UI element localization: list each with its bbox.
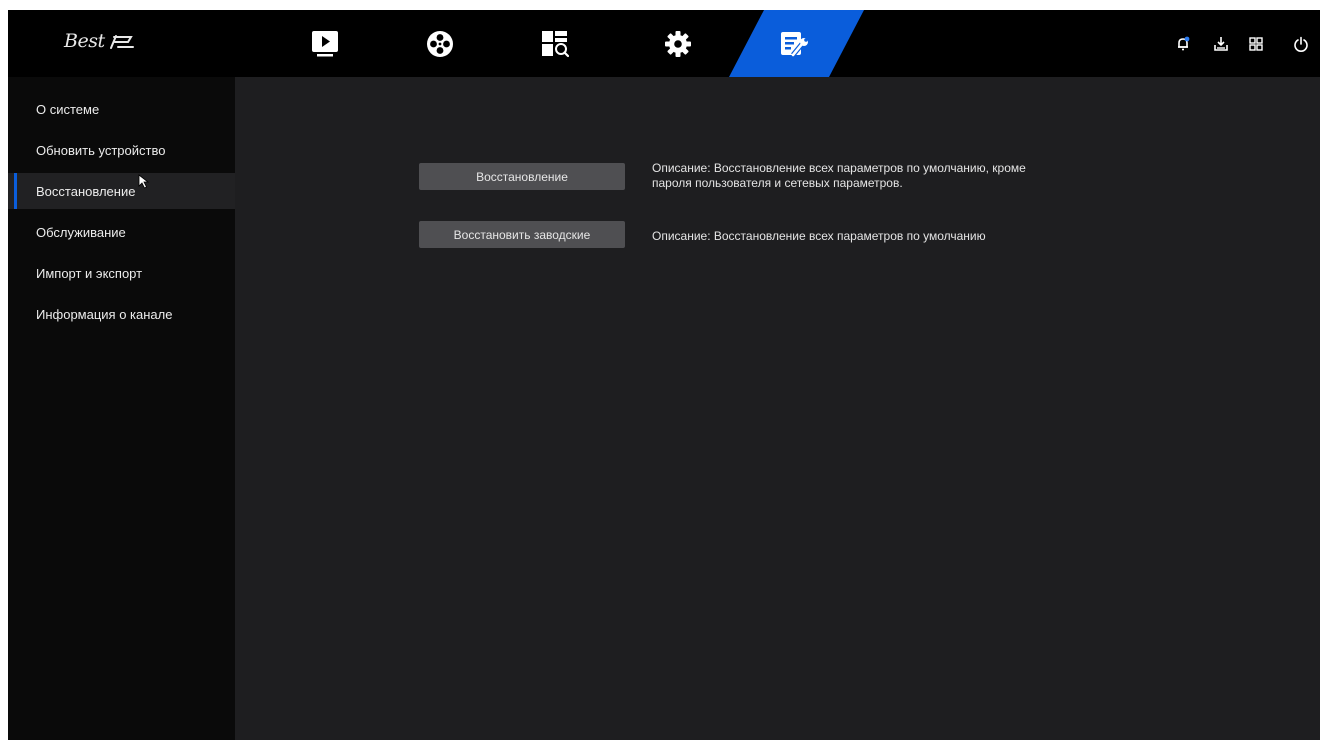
film-reel-icon (427, 30, 453, 57)
top-navigation-bar: Best (8, 10, 1320, 77)
restore-button[interactable]: Восстановление (419, 163, 625, 190)
active-indicator (14, 173, 17, 209)
sidebar-item-channel-info[interactable]: Информация о канале (8, 296, 235, 332)
factory-reset-description: Описание: Восстановление всех параметров… (652, 229, 986, 243)
sidebar-item-label: О системе (36, 102, 100, 117)
sidebar-item-label: Обслуживание (36, 225, 126, 240)
sidebar-item-restore[interactable]: Восстановление (8, 173, 235, 209)
tab-maintenance[interactable] (765, 10, 825, 77)
sidebar-item-import-export[interactable]: Импорт и экспорт (8, 255, 235, 291)
restore-description-line1: Описание: Восстановление всех параметров… (652, 161, 1026, 175)
sidebar-item-upgrade[interactable]: Обновить устройство (8, 132, 235, 168)
sidebar-menu: О системе Обновить устройство Восстановл… (8, 77, 235, 740)
logo-mark-icon (110, 35, 134, 49)
gear-icon (665, 30, 691, 57)
logo-text: Best (64, 30, 105, 52)
sidebar-item-label: Восстановление (36, 184, 136, 199)
search-playback-icon (542, 30, 569, 57)
brand-logo: Best (64, 28, 136, 58)
restore-description: Описание: Восстановление всех параметров… (652, 161, 1026, 191)
play-icon (312, 30, 338, 56)
sidebar-item-label: Информация о канале (36, 307, 173, 322)
notification-icon (1178, 36, 1190, 51)
sidebar-item-system-info[interactable]: О системе (8, 91, 235, 127)
download-icon (1214, 37, 1228, 51)
tab-live-view[interactable] (295, 10, 355, 77)
sidebar-item-label: Импорт и экспорт (36, 266, 143, 281)
maintenance-icon (781, 31, 808, 57)
tab-smart-search[interactable] (525, 10, 585, 77)
layout-grid-icon (1249, 37, 1263, 51)
download-button[interactable] (1209, 32, 1233, 56)
sidebar-item-label: Обновить устройство (36, 143, 166, 158)
tab-settings[interactable] (648, 10, 708, 77)
power-icon (1294, 36, 1308, 52)
tab-playback[interactable] (410, 10, 470, 77)
power-button[interactable] (1289, 32, 1313, 56)
layout-button[interactable] (1244, 32, 1268, 56)
notification-button[interactable] (1171, 32, 1195, 56)
factory-reset-button[interactable]: Восстановить заводские (419, 221, 625, 248)
mouse-cursor-icon (138, 174, 150, 189)
sidebar-item-maintenance[interactable]: Обслуживание (8, 214, 235, 250)
restore-description-line2: пароля пользователя и сетевых параметров… (652, 176, 903, 190)
app-window: Best О системе Обновить устройство Восст… (8, 10, 1320, 740)
